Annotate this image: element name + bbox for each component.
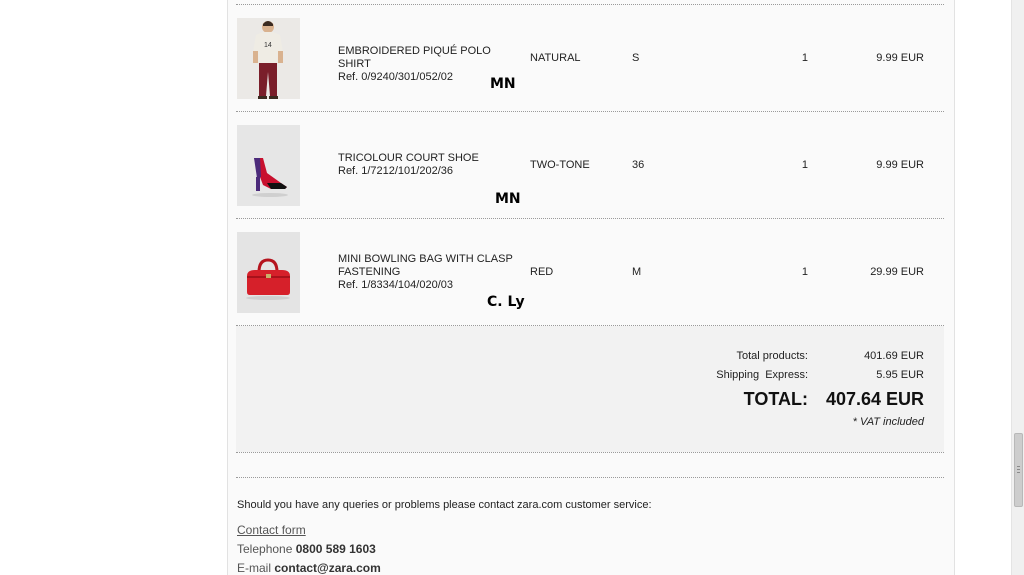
email-address[interactable]: contact@zara.com [274,561,380,575]
vertical-scrollbar[interactable] [1011,0,1024,575]
shipping-value: 5.95 EUR [876,369,924,381]
item-description: MINI BOWLING BAG WITH CLASP FASTENING Re… [338,253,518,292]
court-shoe-image[interactable] [237,125,300,206]
item-description: TRICOLOUR COURT SHOE Ref. 1/7212/101/202… [338,152,518,178]
scrollbar-grip [1017,466,1020,467]
customer-service-text: Should you have any queries or problems … [237,499,652,511]
item-price: 9.99 EUR [876,159,924,171]
email-line: E-mail contact@zara.com [237,561,381,575]
item-name: TRICOLOUR COURT SHOE [338,152,479,164]
total-value: 407.64 EUR [825,389,924,409]
polo-shirt-model-image[interactable]: 14 [237,18,300,99]
order-item-row: 14 EMBROIDERED PIQUÉ POLO SHIRT Ref. 0/9… [228,5,954,111]
telephone-number: 0800 589 1603 [295,542,376,556]
total-products-value: 401.69 EUR [864,350,924,362]
item-quantity: 1 [801,159,808,171]
order-totals: Total products: 401.69 EUR Shipping Expr… [236,326,944,452]
total-label: TOTAL: [743,389,808,409]
shipping-label: Shipping Express: [716,369,808,381]
item-name: MINI BOWLING BAG WITH CLASP FASTENING [338,253,513,278]
item-price: 29.99 EUR [870,266,924,278]
telephone-label: Telephone [237,542,293,556]
svg-text:14: 14 [264,42,272,49]
order-item-row: MINI BOWLING BAG WITH CLASP FASTENING Re… [228,219,954,325]
divider [236,452,944,453]
telephone-line: Telephone 0800 589 1603 [237,542,376,556]
item-color: TWO-TONE [530,159,590,171]
item-color: NATURAL [530,52,581,64]
item-size: 36 [632,159,645,171]
bowling-bag-image[interactable] [237,232,300,313]
item-reference: Ref. 1/7212/101/202/36 [338,165,453,177]
scrollbar-grip [1017,472,1020,473]
handwritten-note: MN [490,76,516,92]
item-quantity: 1 [801,52,808,64]
vat-note: * VAT included [852,416,924,428]
contact-form-link[interactable]: Contact form [237,523,306,537]
scrollbar-thumb[interactable] [1014,433,1023,507]
item-size: S [632,52,640,64]
item-quantity: 1 [801,266,808,278]
order-summary-page: 14 EMBROIDERED PIQUÉ POLO SHIRT Ref. 0/9… [227,0,955,575]
order-item-row: TRICOLOUR COURT SHOE Ref. 1/7212/101/202… [228,112,954,218]
email-label: E-mail [237,561,272,575]
item-price: 9.99 EUR [876,52,924,64]
handwritten-note: MN [495,191,521,207]
scrollbar-grip [1017,469,1020,470]
item-name: EMBROIDERED PIQUÉ POLO SHIRT [338,45,491,70]
total-products-label: Total products: [736,350,808,362]
item-color: RED [530,266,554,278]
item-size: M [632,266,642,278]
divider [236,477,944,478]
handwritten-note: C. Ly [487,294,525,310]
item-reference: Ref. 1/8334/104/020/03 [338,279,453,291]
